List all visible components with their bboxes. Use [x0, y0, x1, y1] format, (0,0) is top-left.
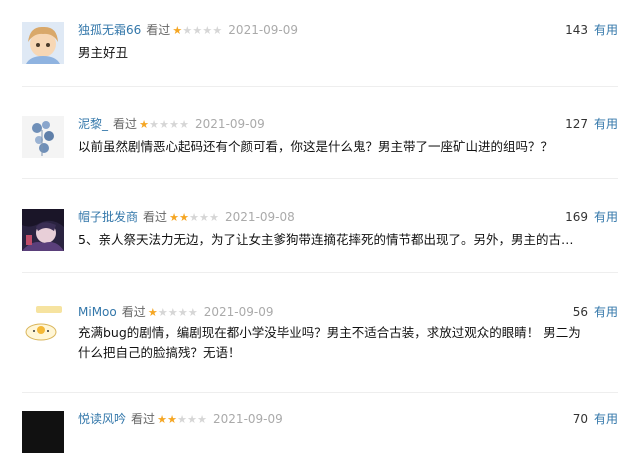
review-meta: 泥黎_ 看过 ★★★★★ 2021-09-09 — [78, 116, 265, 132]
star-filled-icon: ★ — [139, 118, 149, 131]
review-status: 看过 — [131, 412, 156, 426]
review-username[interactable]: 悦读风吟 — [78, 412, 126, 426]
review-votes: 169 有用 — [565, 209, 618, 225]
review-status: 看过 — [113, 117, 138, 131]
star-empty-icon: ★ — [179, 118, 189, 131]
vote-count: 70 — [572, 412, 588, 426]
dark-anime-avatar-icon[interactable] — [22, 209, 64, 251]
divider — [22, 392, 618, 393]
star-empty-icon: ★ — [199, 211, 209, 224]
review-votes: 70 有用 — [573, 411, 618, 427]
star-empty-icon: ★ — [182, 24, 193, 37]
useful-button[interactable]: 有用 — [594, 412, 618, 426]
egg-cartoon-avatar-icon[interactable] — [22, 304, 64, 346]
blue-flower-avatar-icon[interactable] — [22, 116, 64, 158]
star-empty-icon: ★ — [189, 211, 199, 224]
review-meta: 独孤无霜66 看过 ★★★★★ 2021-09-09 — [78, 22, 298, 38]
review-date: 2021-09-08 — [225, 210, 295, 224]
review-content: 男主好丑 — [78, 45, 129, 60]
rating-stars: ★★★★★ — [148, 305, 198, 321]
review-votes: 143 有用 — [565, 22, 618, 38]
review-date: 2021-09-09 — [195, 117, 265, 131]
star-filled-icon: ★ — [147, 306, 158, 319]
star-empty-icon: ★ — [209, 211, 219, 224]
star-filled-icon: ★ — [179, 211, 189, 224]
useful-button[interactable]: 有用 — [594, 210, 618, 224]
star-filled-icon: ★ — [157, 413, 167, 426]
review-username[interactable]: 独孤无霜66 — [78, 23, 141, 37]
black-avatar-icon[interactable] — [22, 411, 64, 453]
review-list: 独孤无霜66 看过 ★★★★★ 2021-09-09 143 有用 男主好丑 泥黎_ 看过… — [0, 0, 640, 453]
divider — [22, 86, 618, 87]
star-empty-icon: ★ — [187, 306, 198, 319]
star-empty-icon: ★ — [157, 306, 168, 319]
star-filled-icon: ★ — [172, 24, 183, 37]
useful-button[interactable]: 有用 — [594, 117, 618, 131]
vote-count: 143 — [565, 23, 588, 37]
review-votes: 127 有用 — [565, 116, 618, 132]
review-status: 看过 — [121, 305, 146, 319]
review-date: 2021-09-09 — [203, 305, 274, 319]
rating-stars: ★★★★★ — [157, 412, 207, 428]
star-empty-icon: ★ — [187, 413, 197, 426]
review-username[interactable]: MiMoo — [78, 305, 117, 319]
star-empty-icon: ★ — [197, 413, 207, 426]
review-meta: 悦读风吟 看过 ★★★★★ 2021-09-09 — [78, 411, 283, 427]
vote-count: 127 — [565, 117, 588, 131]
star-empty-icon: ★ — [177, 306, 188, 319]
review-content: 以前虽然剧情恶心起码还有个颜可看，你这是什么鬼？男主带了一座矿山进的组吗？？ — [78, 139, 554, 154]
review-username[interactable]: 帽子批发商 — [78, 210, 138, 224]
star-empty-icon: ★ — [212, 24, 223, 37]
divider — [22, 178, 618, 179]
useful-button[interactable]: 有用 — [594, 305, 618, 319]
review-votes: 56 有用 — [573, 304, 618, 320]
star-empty-icon: ★ — [192, 24, 203, 37]
review-date: 2021-09-09 — [228, 23, 299, 37]
star-empty-icon: ★ — [149, 118, 159, 131]
star-empty-icon: ★ — [159, 118, 169, 131]
star-filled-icon: ★ — [169, 211, 179, 224]
review-status: 看过 — [146, 23, 171, 37]
star-empty-icon: ★ — [177, 413, 187, 426]
vote-count: 56 — [572, 305, 588, 319]
star-filled-icon: ★ — [167, 413, 177, 426]
review-status: 看过 — [143, 210, 168, 224]
review-date: 2021-09-09 — [213, 412, 283, 426]
divider — [22, 272, 618, 273]
rating-stars: ★★★★★ — [139, 117, 189, 133]
anime-girl-avatar-icon[interactable] — [22, 22, 64, 64]
useful-button[interactable]: 有用 — [594, 23, 618, 37]
review-meta: 帽子批发商 看过 ★★★★★ 2021-09-08 — [78, 209, 295, 225]
vote-count: 169 — [565, 210, 588, 224]
star-empty-icon: ★ — [167, 306, 178, 319]
star-empty-icon: ★ — [169, 118, 179, 131]
review-content: 5、亲人祭天法力无边，为了让女主爹狗带连摘花摔死的情节都出现了。另外，男主的古装… — [78, 232, 578, 247]
rating-stars: ★★★★★ — [169, 210, 219, 226]
review-content: 充满bug的剧情，编剧现在都小学没毕业吗？男主不适合古装，求放过观众的眼睛！ 男… — [78, 325, 581, 360]
review-username[interactable]: 泥黎_ — [78, 117, 108, 131]
star-empty-icon: ★ — [202, 24, 213, 37]
review-meta: MiMoo 看过 ★★★★★ 2021-09-09 — [78, 304, 274, 320]
rating-stars: ★★★★★ — [172, 23, 222, 39]
